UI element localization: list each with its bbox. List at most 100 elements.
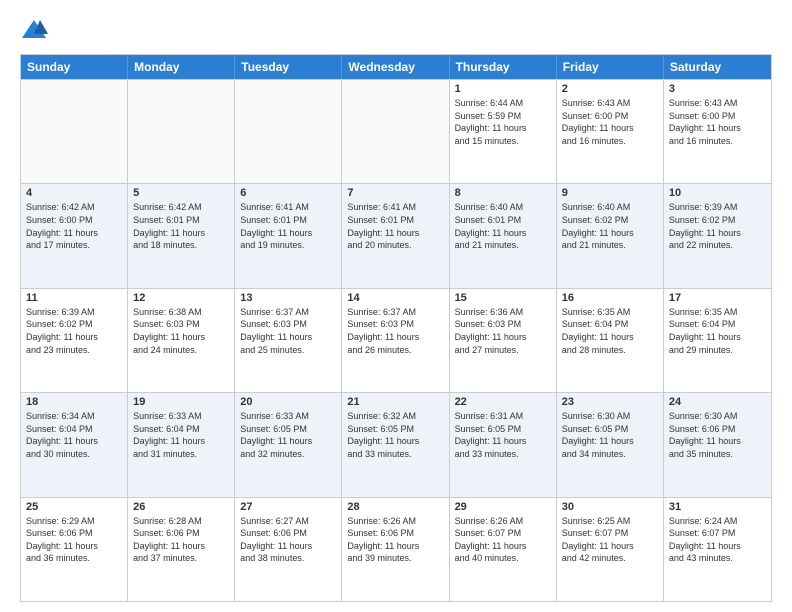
day-info: Sunrise: 6:34 AM Sunset: 6:04 PM Dayligh… (26, 410, 122, 460)
day-info: Sunrise: 6:33 AM Sunset: 6:04 PM Dayligh… (133, 410, 229, 460)
calendar-row: 1Sunrise: 6:44 AM Sunset: 5:59 PM Daylig… (21, 79, 771, 183)
calendar-cell: 28 Sunrise: 6:26 AM Sunset: 6:06 PM Dayli… (342, 498, 449, 601)
calendar-cell: 12Sunrise: 6:38 AM Sunset: 6:03 PM Dayli… (128, 289, 235, 392)
day-info: Sunrise: 6:33 AM Sunset: 6:05 PM Dayligh… (240, 410, 336, 460)
day-number: 20 (240, 396, 336, 408)
day-number: 31 (669, 501, 766, 513)
calendar-cell: 22 Sunrise: 6:31 AM Sunset: 6:05 PM Dayli… (450, 393, 557, 496)
day-of-week-header: Saturday (664, 55, 771, 79)
day-info: Sunrise: 6:29 AM Sunset: 6:06 PM Dayligh… (26, 515, 122, 565)
day-number: 27 (240, 501, 336, 513)
day-of-week-header: Monday (128, 55, 235, 79)
calendar-cell: 8 Sunrise: 6:40 AM Sunset: 6:01 PM Daylig… (450, 184, 557, 287)
calendar-cell: 16Sunrise: 6:35 AM Sunset: 6:04 PM Dayli… (557, 289, 664, 392)
calendar-cell (342, 80, 449, 183)
day-info: Sunrise: 6:25 AM Sunset: 6:07 PM Dayligh… (562, 515, 658, 565)
day-info: Sunrise: 6:40 AM Sunset: 6:01 PM Dayligh… (455, 201, 551, 251)
day-info: Sunrise: 6:35 AM Sunset: 6:04 PM Dayligh… (669, 306, 766, 356)
calendar-header: SundayMondayTuesdayWednesdayThursdayFrid… (21, 55, 771, 79)
day-number: 29 (455, 501, 551, 513)
day-info: Sunrise: 6:36 AM Sunset: 6:03 PM Dayligh… (455, 306, 551, 356)
calendar-cell: 11 Sunrise: 6:39 AM Sunset: 6:02 PM Dayli… (21, 289, 128, 392)
calendar-cell: 5Sunrise: 6:42 AM Sunset: 6:01 PM Daylig… (128, 184, 235, 287)
day-number: 15 (455, 292, 551, 304)
day-info: Sunrise: 6:30 AM Sunset: 6:05 PM Dayligh… (562, 410, 658, 460)
day-info: Sunrise: 6:39 AM Sunset: 6:02 PM Dayligh… (26, 306, 122, 356)
day-number: 10 (669, 187, 766, 199)
calendar-cell: 17 Sunrise: 6:35 AM Sunset: 6:04 PM Dayli… (664, 289, 771, 392)
day-number: 4 (26, 187, 122, 199)
calendar-cell: 7 Sunrise: 6:41 AM Sunset: 6:01 PM Daylig… (342, 184, 449, 287)
calendar-cell: 29 Sunrise: 6:26 AM Sunset: 6:07 PM Dayli… (450, 498, 557, 601)
day-number: 26 (133, 501, 229, 513)
day-info: Sunrise: 6:38 AM Sunset: 6:03 PM Dayligh… (133, 306, 229, 356)
calendar-cell: 3 Sunrise: 6:43 AM Sunset: 6:00 PM Daylig… (664, 80, 771, 183)
day-info: Sunrise: 6:32 AM Sunset: 6:05 PM Dayligh… (347, 410, 443, 460)
calendar-cell (128, 80, 235, 183)
day-number: 9 (562, 187, 658, 199)
day-number: 23 (562, 396, 658, 408)
calendar-row: 25 Sunrise: 6:29 AM Sunset: 6:06 PM Dayli… (21, 497, 771, 601)
day-number: 6 (240, 187, 336, 199)
day-info: Sunrise: 6:28 AM Sunset: 6:06 PM Dayligh… (133, 515, 229, 565)
calendar-cell: 30 Sunrise: 6:25 AM Sunset: 6:07 PM Dayli… (557, 498, 664, 601)
page: SundayMondayTuesdayWednesdayThursdayFrid… (0, 0, 792, 612)
day-number: 11 (26, 292, 122, 304)
calendar-cell: 9 Sunrise: 6:40 AM Sunset: 6:02 PM Daylig… (557, 184, 664, 287)
calendar-cell: 14 Sunrise: 6:37 AM Sunset: 6:03 PM Dayli… (342, 289, 449, 392)
day-info: Sunrise: 6:39 AM Sunset: 6:02 PM Dayligh… (669, 201, 766, 251)
day-of-week-header: Friday (557, 55, 664, 79)
day-info: Sunrise: 6:37 AM Sunset: 6:03 PM Dayligh… (347, 306, 443, 356)
day-number: 1 (455, 83, 551, 95)
calendar-cell: 31Sunrise: 6:24 AM Sunset: 6:07 PM Dayli… (664, 498, 771, 601)
day-of-week-header: Tuesday (235, 55, 342, 79)
day-number: 2 (562, 83, 658, 95)
calendar-body: 1Sunrise: 6:44 AM Sunset: 5:59 PM Daylig… (21, 79, 771, 601)
day-number: 8 (455, 187, 551, 199)
calendar-cell: 26 Sunrise: 6:28 AM Sunset: 6:06 PM Dayli… (128, 498, 235, 601)
day-number: 22 (455, 396, 551, 408)
calendar-cell: 24 Sunrise: 6:30 AM Sunset: 6:06 PM Dayli… (664, 393, 771, 496)
calendar-cell: 6Sunrise: 6:41 AM Sunset: 6:01 PM Daylig… (235, 184, 342, 287)
day-info: Sunrise: 6:27 AM Sunset: 6:06 PM Dayligh… (240, 515, 336, 565)
calendar-cell (21, 80, 128, 183)
day-number: 14 (347, 292, 443, 304)
day-info: Sunrise: 6:41 AM Sunset: 6:01 PM Dayligh… (347, 201, 443, 251)
day-number: 7 (347, 187, 443, 199)
calendar-cell: 18Sunrise: 6:34 AM Sunset: 6:04 PM Dayli… (21, 393, 128, 496)
day-number: 17 (669, 292, 766, 304)
calendar-cell: 19 Sunrise: 6:33 AM Sunset: 6:04 PM Dayli… (128, 393, 235, 496)
day-number: 16 (562, 292, 658, 304)
day-number: 5 (133, 187, 229, 199)
day-info: Sunrise: 6:40 AM Sunset: 6:02 PM Dayligh… (562, 201, 658, 251)
calendar-cell: 2 Sunrise: 6:43 AM Sunset: 6:00 PM Daylig… (557, 80, 664, 183)
calendar-cell (235, 80, 342, 183)
calendar-cell: 25 Sunrise: 6:29 AM Sunset: 6:06 PM Dayli… (21, 498, 128, 601)
day-number: 30 (562, 501, 658, 513)
day-info: Sunrise: 6:43 AM Sunset: 6:00 PM Dayligh… (669, 97, 766, 147)
logo (20, 16, 52, 44)
day-of-week-header: Sunday (21, 55, 128, 79)
calendar-cell: 13 Sunrise: 6:37 AM Sunset: 6:03 PM Dayli… (235, 289, 342, 392)
day-info: Sunrise: 6:37 AM Sunset: 6:03 PM Dayligh… (240, 306, 336, 356)
header (20, 16, 772, 44)
day-info: Sunrise: 6:26 AM Sunset: 6:07 PM Dayligh… (455, 515, 551, 565)
day-number: 28 (347, 501, 443, 513)
day-number: 19 (133, 396, 229, 408)
day-number: 13 (240, 292, 336, 304)
day-number: 3 (669, 83, 766, 95)
day-info: Sunrise: 6:30 AM Sunset: 6:06 PM Dayligh… (669, 410, 766, 460)
calendar-cell: 21Sunrise: 6:32 AM Sunset: 6:05 PM Dayli… (342, 393, 449, 496)
calendar-row: 11 Sunrise: 6:39 AM Sunset: 6:02 PM Dayli… (21, 288, 771, 392)
calendar-cell: 15 Sunrise: 6:36 AM Sunset: 6:03 PM Dayli… (450, 289, 557, 392)
day-info: Sunrise: 6:43 AM Sunset: 6:00 PM Dayligh… (562, 97, 658, 147)
day-number: 24 (669, 396, 766, 408)
calendar-row: 4 Sunrise: 6:42 AM Sunset: 6:00 PM Daylig… (21, 183, 771, 287)
day-info: Sunrise: 6:31 AM Sunset: 6:05 PM Dayligh… (455, 410, 551, 460)
day-info: Sunrise: 6:26 AM Sunset: 6:06 PM Dayligh… (347, 515, 443, 565)
calendar-cell: 23 Sunrise: 6:30 AM Sunset: 6:05 PM Dayli… (557, 393, 664, 496)
day-number: 25 (26, 501, 122, 513)
day-of-week-header: Thursday (450, 55, 557, 79)
day-info: Sunrise: 6:42 AM Sunset: 6:00 PM Dayligh… (26, 201, 122, 251)
calendar: SundayMondayTuesdayWednesdayThursdayFrid… (20, 54, 772, 602)
